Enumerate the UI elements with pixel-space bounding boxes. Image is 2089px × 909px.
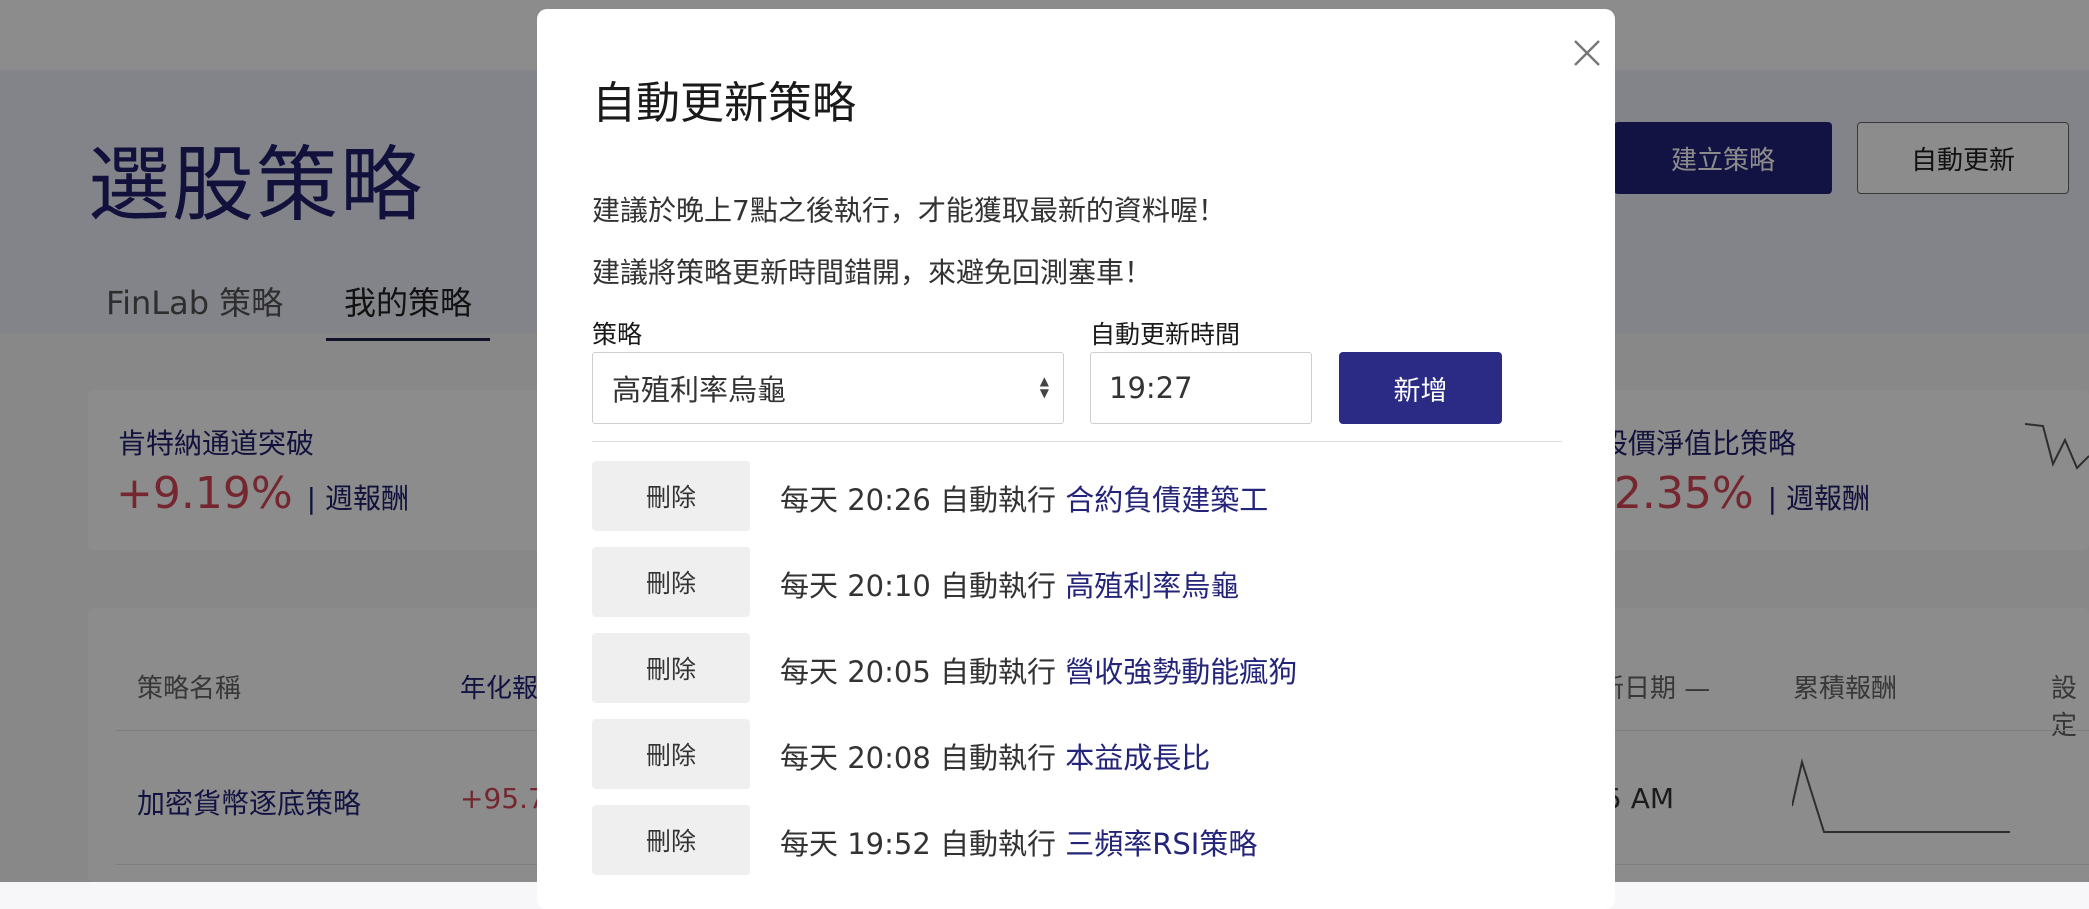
schedule-row: 刪除 每天 20:08 自動執行 本益成長比 <box>592 719 1562 789</box>
schedule-time-text: 每天 20:26 自動執行 <box>780 483 1066 517</box>
modal-title: 自動更新策略 <box>592 78 856 129</box>
schedule-strategy-link[interactable]: 本益成長比 <box>1065 741 1210 775</box>
schedule-text: 每天 20:05 自動執行 營收強勢動能瘋狗 <box>780 649 1297 691</box>
divider <box>592 441 1562 442</box>
strategy-label: 策略 <box>592 320 643 349</box>
delete-button[interactable]: 刪除 <box>592 461 750 531</box>
strategy-select[interactable]: 高殖利率烏龜 ▲ ▼ <box>592 352 1064 424</box>
schedule-row: 刪除 每天 20:26 自動執行 合約負債建築工 <box>592 461 1562 531</box>
auto-update-modal: 自動更新策略 建議於晚上7點之後執行，才能獲取最新的資料喔！ 建議將策略更新時間… <box>537 9 1615 909</box>
schedule-time-text: 每天 20:10 自動執行 <box>780 569 1066 603</box>
schedule-row: 刪除 每天 19:52 自動執行 三頻率RSI策略 <box>592 805 1562 875</box>
select-arrows-icon: ▲ ▼ <box>1039 374 1049 400</box>
schedule-time-text: 每天 20:05 自動執行 <box>780 655 1066 689</box>
schedule-strategy-link[interactable]: 營收強勢動能瘋狗 <box>1065 655 1297 689</box>
strategy-select-value: 高殖利率烏龜 <box>612 373 787 407</box>
schedule-text: 每天 20:08 自動執行 本益成長比 <box>780 735 1210 777</box>
schedule-row: 刪除 每天 20:10 自動執行 高殖利率烏龜 <box>592 547 1562 617</box>
schedule-time-text: 每天 20:08 自動執行 <box>780 741 1066 775</box>
schedule-time-text: 每天 19:52 自動執行 <box>780 827 1066 861</box>
schedule-text: 每天 20:10 自動執行 高殖利率烏龜 <box>780 563 1239 605</box>
tip-text: 建議於晚上7點之後執行，才能獲取最新的資料喔！ <box>592 194 1226 227</box>
close-icon[interactable] <box>1569 35 1605 71</box>
schedule-row: 刪除 每天 20:05 自動執行 營收強勢動能瘋狗 <box>592 633 1562 703</box>
schedule-strategy-link[interactable]: 合約負債建築工 <box>1065 483 1268 517</box>
delete-button[interactable]: 刪除 <box>592 805 750 875</box>
delete-button[interactable]: 刪除 <box>592 719 750 789</box>
schedule-text: 每天 19:52 自動執行 三頻率RSI策略 <box>780 821 1257 863</box>
delete-button[interactable]: 刪除 <box>592 633 750 703</box>
schedule-text: 每天 20:26 自動執行 合約負債建築工 <box>780 477 1268 519</box>
update-time-input[interactable] <box>1090 352 1312 424</box>
tip-text: 建議將策略更新時間錯開，來避免回測塞車！ <box>592 256 1153 289</box>
delete-button[interactable]: 刪除 <box>592 547 750 617</box>
update-time-label: 自動更新時間 <box>1090 320 1241 349</box>
add-button[interactable]: 新增 <box>1339 352 1502 424</box>
schedule-strategy-link[interactable]: 高殖利率烏龜 <box>1065 569 1239 603</box>
schedule-strategy-link[interactable]: 三頻率RSI策略 <box>1065 827 1257 861</box>
